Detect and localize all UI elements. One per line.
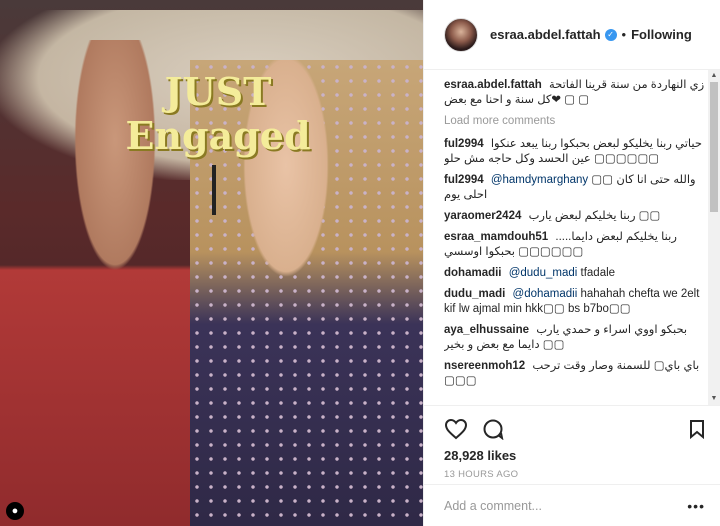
comment-item: esraa_mamdouh51 ربنا يخليكم لبعض دايما..…: [444, 230, 706, 260]
comment-mention[interactable]: @hamdymarghany: [491, 174, 588, 186]
comment-item: nsereenmoh12 باي باي▢ للسمنة وصار وقت تر…: [444, 359, 706, 389]
comment-username[interactable]: aya_elhussaine: [444, 324, 529, 336]
post-photo[interactable]: JUST Engaged ●: [0, 0, 423, 526]
caption-username[interactable]: esraa.abdel.fattah: [444, 79, 542, 91]
comment-mention[interactable]: @dudu_madi: [509, 267, 578, 279]
add-comment-bar: •••: [424, 484, 720, 526]
comment-item: dohamadii @dudu_madi tfadale: [444, 266, 706, 281]
scroll-up-arrow-icon[interactable]: ▲: [708, 70, 720, 82]
avatar[interactable]: [444, 17, 478, 52]
comment-text: tfadale: [580, 267, 616, 279]
comment-item: aya_elhussaine بحبكو اووي اسراء و حمدي ي…: [444, 323, 706, 353]
more-options-icon[interactable]: •••: [687, 498, 705, 514]
comment-icon[interactable]: [482, 418, 504, 440]
comment-username[interactable]: yaraomer2424: [444, 210, 521, 222]
comment-item: ful2994 @hamdymarghany والله حتى انا كان…: [444, 173, 706, 203]
header-username[interactable]: esraa.abdel.fattah: [490, 27, 601, 42]
post-actions: 28,928 likes 13 HOURS AGO: [424, 405, 720, 480]
bookmark-icon[interactable]: [689, 419, 705, 439]
comment-username[interactable]: dohamadii: [444, 267, 502, 279]
comment-username[interactable]: esraa_mamdouh51: [444, 231, 548, 243]
heart-icon[interactable]: [444, 418, 468, 440]
comment-username[interactable]: nsereenmoh12: [444, 360, 525, 372]
comments-list: esraa.abdel.fattah زي النهاردة من سنة قر…: [444, 78, 706, 402]
verified-badge-icon: ✓: [604, 28, 617, 41]
prop-line-2: Engaged: [125, 113, 311, 158]
comment-mention[interactable]: @dohamadii: [513, 288, 578, 300]
post-timestamp: 13 HOURS AGO: [444, 469, 519, 480]
comment-text: ▢▢ ربنا يخليكم لبعض يارب: [528, 210, 661, 222]
following-button[interactable]: Following: [631, 27, 692, 42]
prop-line-1: JUST: [164, 69, 272, 114]
load-more-comments-link[interactable]: Load more comments: [444, 114, 706, 129]
likes-count[interactable]: 28,928 likes: [444, 448, 705, 463]
header-separator: •: [621, 27, 627, 42]
comment-item: ful2994 حياتي ربنا يخليكو لبعض بحبكوا رب…: [444, 137, 706, 167]
user-tag-icon[interactable]: ●: [6, 502, 24, 520]
post-side-panel: esraa.abdel.fattah ✓ • Following esraa.a…: [423, 0, 720, 526]
comment-username[interactable]: ful2994: [444, 174, 484, 186]
add-comment-input[interactable]: [444, 498, 688, 513]
scroll-down-arrow-icon[interactable]: ▼: [708, 393, 720, 405]
just-engaged-prop: JUST Engaged: [118, 70, 318, 170]
comment-item: dudu_madi @dohamadii hahahah chefta we 2…: [444, 287, 706, 317]
comment-username[interactable]: dudu_madi: [444, 288, 505, 300]
comment-item: yaraomer2424 ▢▢ ربنا يخليكم لبعض يارب: [444, 209, 706, 224]
scrollbar-thumb[interactable]: [710, 82, 718, 212]
comment-username[interactable]: ful2994: [444, 138, 484, 150]
comments-scrollbar[interactable]: ▲ ▼: [708, 70, 720, 405]
post-header: esraa.abdel.fattah ✓ • Following: [424, 0, 720, 70]
prop-stick: [212, 165, 216, 215]
caption: esraa.abdel.fattah زي النهاردة من سنة قر…: [444, 78, 706, 108]
